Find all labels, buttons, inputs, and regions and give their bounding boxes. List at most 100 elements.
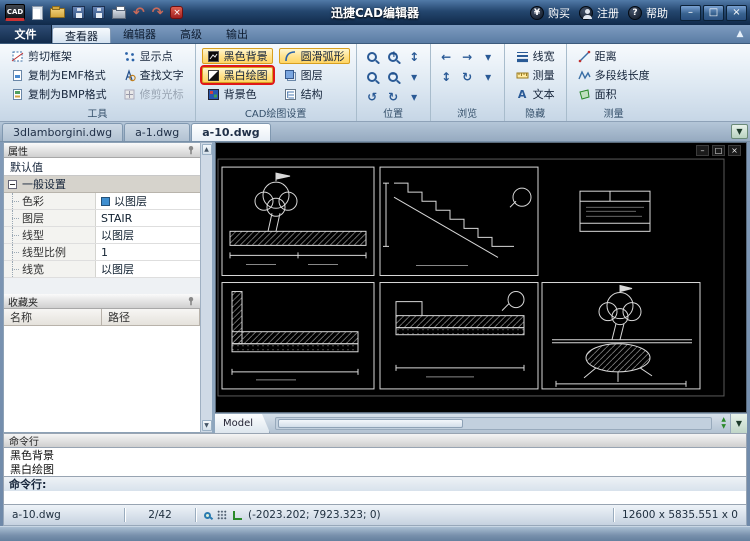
smooth-arc-button[interactable]: 圆滑弧形 — [278, 48, 350, 64]
cad-canvas[interactable]: – □ × — [215, 142, 747, 413]
tab-advanced[interactable]: 高级 — [168, 25, 214, 43]
scroll-down-icon[interactable]: ▼ — [201, 420, 212, 431]
favorites-list[interactable] — [4, 326, 200, 432]
file-menu-button[interactable]: 文件 — [0, 25, 52, 43]
tab-editor[interactable]: 编辑器 — [111, 25, 168, 43]
panel-spacer — [4, 278, 200, 294]
register-button[interactable]: 注册 — [579, 5, 619, 21]
zoom-extents-button[interactable] — [363, 68, 382, 85]
favorites-col-name[interactable]: 名称 — [4, 309, 102, 326]
property-row-layer: 图层 STAIR — [4, 210, 200, 227]
property-value-linetype[interactable]: 以图层 — [96, 227, 200, 243]
status-ucs-icon[interactable] — [233, 510, 242, 520]
orbit-button[interactable]: ↻ — [458, 68, 477, 85]
print-button[interactable] — [112, 5, 126, 21]
scroll-up-icon[interactable]: ▲ — [201, 144, 212, 155]
collapse-icon[interactable] — [8, 179, 17, 189]
save-as-icon — [92, 6, 105, 19]
arrow-left-icon: ← — [441, 49, 452, 64]
new-file-button[interactable] — [32, 5, 43, 21]
command-history[interactable]: 黑色背景 黑白绘图 — [3, 447, 747, 477]
maximize-button[interactable]: □ — [703, 4, 724, 21]
distance-button[interactable]: 距离 — [573, 48, 655, 64]
doc-list-drop-icon[interactable]: ▼ — [731, 124, 748, 139]
polyline-length-button[interactable]: 多段线长度 — [573, 67, 655, 83]
smooth-arc-icon — [284, 50, 295, 61]
zoom-in-icon — [388, 50, 399, 62]
copy-emf-button[interactable]: 复制为EMF格式 — [6, 67, 112, 83]
command-input[interactable] — [3, 491, 747, 505]
layers-button[interactable]: 图层 — [279, 67, 350, 83]
help-button[interactable]: ? 帮助 — [628, 5, 668, 21]
line-width-button[interactable]: 线宽 — [511, 48, 560, 64]
view-history-drop-button[interactable]: ▾ — [479, 48, 498, 65]
mdi-close-icon[interactable]: × — [728, 145, 741, 156]
trim-cursor-button[interactable]: 修剪光标 — [118, 86, 189, 102]
pin-icon[interactable] — [186, 145, 196, 155]
zoom-window-button[interactable] — [363, 48, 382, 65]
hide-text-button[interactable]: A 文本 — [511, 86, 560, 102]
previous-view-button[interactable]: ← — [437, 48, 456, 65]
property-value-linetype-scale[interactable]: 1 — [96, 244, 200, 260]
doc-tab-a10[interactable]: a-10.dwg — [191, 123, 271, 141]
save-button[interactable] — [72, 5, 85, 21]
open-file-button[interactable] — [50, 5, 65, 21]
menu-bar: 文件 查看器 编辑器 高级 输出 ▲ — [0, 25, 750, 44]
redo-button[interactable]: ↷ — [152, 5, 164, 21]
layout-drop-icon[interactable]: ▼ — [730, 414, 747, 433]
panel-scrollbar[interactable]: ▲ ▼ — [200, 142, 212, 433]
status-bar: a-10.dwg 2/42 (-2023.202; 7923.323; 0) 1… — [3, 505, 747, 526]
tab-viewer[interactable]: 查看器 — [52, 27, 111, 43]
doc-tab-a1[interactable]: a-1.dwg — [124, 123, 191, 141]
doc-tab-3dlamborgini[interactable]: 3dlamborgini.dwg — [2, 123, 124, 141]
copy-bmp-button[interactable]: 复制为BMP格式 — [6, 86, 112, 102]
zoom-out-button[interactable] — [384, 68, 403, 85]
background-color-icon — [207, 88, 219, 100]
show-points-button[interactable]: 显示点 — [118, 48, 189, 64]
property-value-color[interactable]: 以图层 — [96, 193, 200, 209]
tab-output[interactable]: 输出 — [214, 25, 260, 43]
rotate-cw-button[interactable]: ↻ — [384, 88, 403, 105]
property-value-layer[interactable]: STAIR — [96, 210, 200, 226]
ribbon-collapse-icon[interactable]: ▲ — [730, 25, 750, 43]
rotate-ccw-icon: ↺ — [367, 89, 378, 104]
clip-frame-button[interactable]: 剪切框架 — [6, 48, 112, 64]
ribbon-group-cad-settings: 黑色背景 黑白绘图 背景色 圆滑弧形 图层 结构 CAD绘图设置 — [196, 44, 357, 121]
properties-default-selector[interactable]: 默认值 — [4, 158, 200, 176]
mdi-restore-icon[interactable]: □ — [712, 145, 725, 156]
minimize-button[interactable]: – — [680, 4, 701, 21]
buy-button[interactable]: ¥ 购买 — [530, 5, 570, 21]
scroll-updown-button[interactable]: ↕ — [437, 68, 456, 85]
model-tab[interactable]: Model — [215, 414, 270, 433]
text-icon: A — [517, 87, 527, 101]
zoom-drop-button[interactable]: ▾ — [405, 68, 424, 85]
hide-measure-button[interactable]: 测量 — [511, 67, 560, 83]
zoom-in-button[interactable] — [384, 48, 403, 65]
bw-drawing-button[interactable]: 黑白绘图 — [199, 65, 275, 85]
status-zoom-icon[interactable] — [204, 511, 211, 519]
pin-icon[interactable] — [186, 296, 196, 306]
layout-scroll-arrows[interactable]: ▲ ▼ — [717, 414, 730, 433]
close-button[interactable]: × — [726, 4, 747, 21]
status-grid-icon[interactable] — [217, 510, 227, 520]
property-value-lineweight[interactable]: 以图层 — [96, 261, 200, 277]
black-background-button[interactable]: 黑色背景 — [201, 48, 273, 64]
pan-button[interactable]: ↕ — [405, 48, 424, 65]
save-as-button[interactable] — [92, 5, 105, 21]
view-drop-button[interactable]: ▾ — [405, 88, 424, 105]
background-color-button[interactable]: 背景色 — [202, 86, 273, 102]
next-view-button[interactable]: → — [458, 48, 477, 65]
find-text-button[interactable]: 查找文字 — [118, 67, 189, 83]
rotate-ccw-button[interactable]: ↺ — [363, 88, 382, 105]
exit-button[interactable]: × — [170, 5, 184, 21]
browse-drop-button[interactable]: ▾ — [479, 68, 498, 85]
new-file-icon — [32, 5, 43, 20]
command-history-line: 黑白绘图 — [10, 463, 54, 476]
favorites-col-path[interactable]: 路径 — [102, 309, 200, 326]
horizontal-scrollbar[interactable] — [275, 417, 713, 430]
mdi-minimize-icon[interactable]: – — [696, 145, 709, 156]
structure-button[interactable]: 结构 — [279, 86, 350, 102]
area-button[interactable]: 面积 — [573, 86, 655, 102]
undo-button[interactable]: ↶ — [133, 5, 145, 21]
properties-group-general[interactable]: 一般设置 — [4, 176, 200, 193]
